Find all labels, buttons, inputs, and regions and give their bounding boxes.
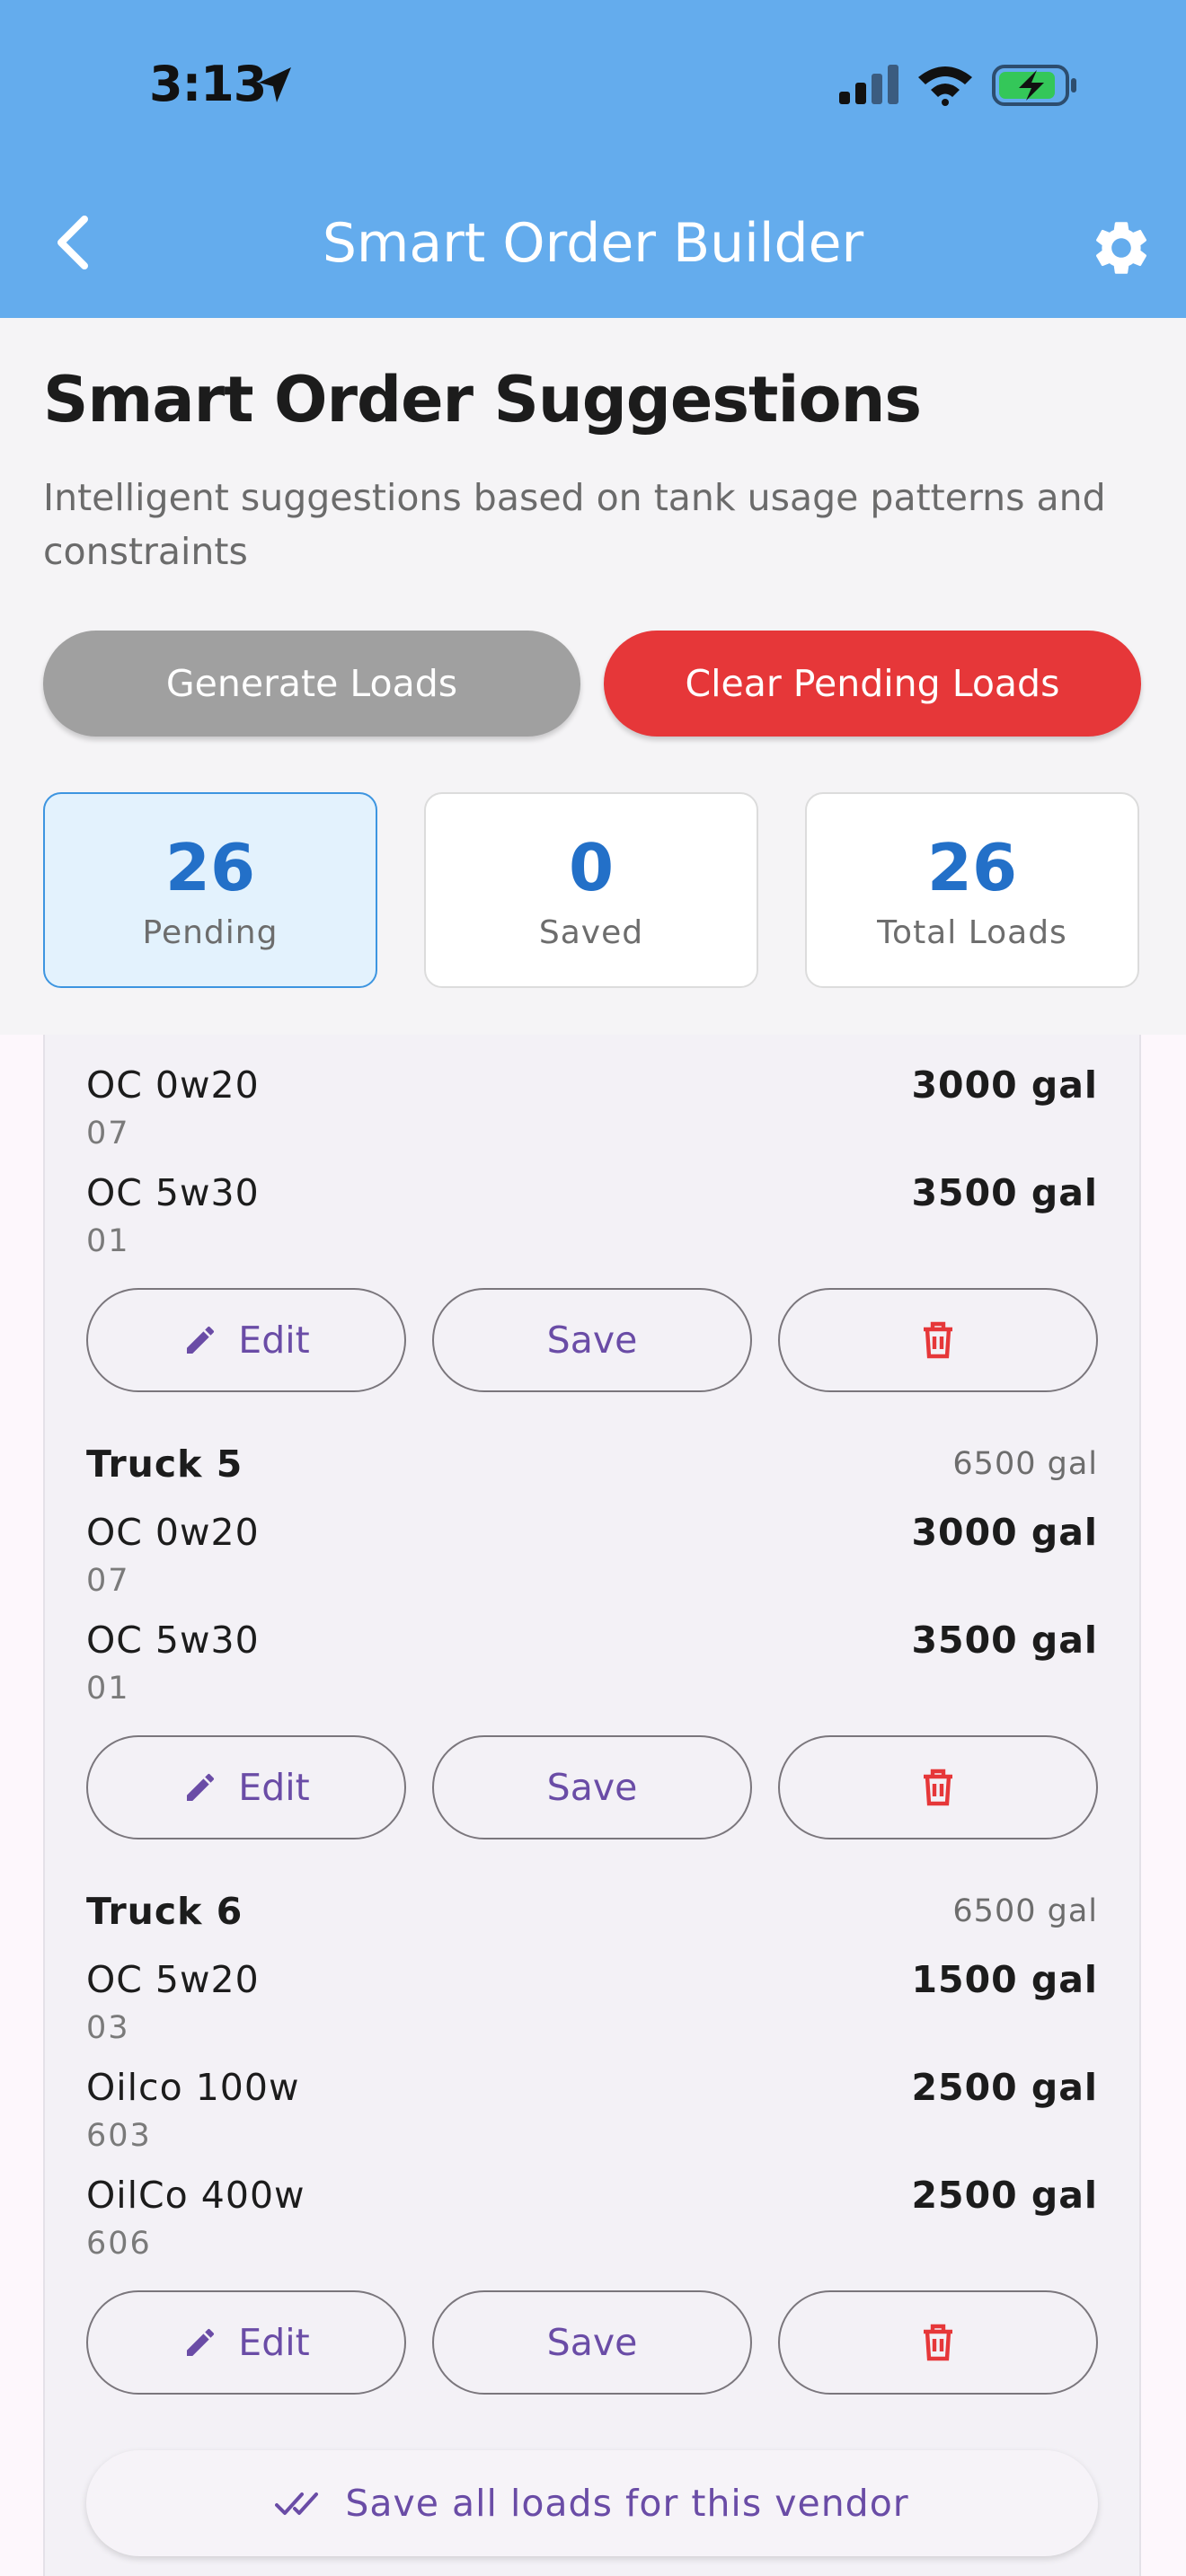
section-subtitle: Intelligent suggestions based on tank us…: [43, 476, 1106, 573]
truck-total: 6500 gal: [952, 1893, 1098, 1929]
load-item-name: Oilco 100w: [86, 2066, 300, 2109]
pencil-icon: [182, 1769, 218, 1805]
stat-value: 0: [568, 830, 615, 905]
load-item-name: OC 5w30: [86, 1619, 260, 1662]
delete-load-button[interactable]: [778, 1288, 1098, 1392]
load-item-code: 603: [86, 2118, 152, 2154]
load-item-code: 07: [86, 1116, 130, 1151]
stat-label: Total Loads: [877, 914, 1067, 951]
load-item-name: OC 5w30: [86, 1171, 260, 1214]
truck-name: Truck 6: [86, 1890, 243, 1933]
trash-icon: [920, 2323, 956, 2362]
load-item-name: OC 0w20: [86, 1063, 260, 1107]
page-title: Smart Order Builder: [322, 212, 864, 275]
load-item-quantity: 3000 gal: [911, 1511, 1098, 1554]
load-item-code: 606: [86, 2226, 152, 2262]
truck-total: 6500 gal: [952, 1446, 1098, 1482]
load-item-quantity: 2500 gal: [911, 2066, 1098, 2109]
suggestions-header: Smart Order Suggestions Intelligent sugg…: [0, 318, 1186, 1035]
settings-button[interactable]: [1089, 216, 1154, 280]
load-item-code: 03: [86, 2010, 130, 2046]
stat-value: 26: [926, 830, 1018, 905]
generate-loads-button[interactable]: Generate Loads: [43, 631, 580, 737]
stat-saved[interactable]: 0 Saved: [424, 792, 758, 988]
delete-load-button[interactable]: [778, 2290, 1098, 2395]
load-item-name: OilCo 400w: [86, 2174, 305, 2217]
delete-load-button[interactable]: [778, 1735, 1098, 1839]
save-all-loads-button[interactable]: Save all loads for this vendor: [86, 2450, 1098, 2556]
edit-load-button[interactable]: Edit: [86, 1288, 406, 1392]
pencil-icon: [182, 1322, 218, 1358]
load-item-quantity: 3500 gal: [911, 1619, 1098, 1662]
load-item-quantity: 3500 gal: [911, 1171, 1098, 1214]
app-bar: 3:13 Smart Order Builder: [0, 0, 1186, 318]
save-label: Save: [546, 2321, 638, 2364]
load-item-quantity: 2500 gal: [911, 2174, 1098, 2217]
cellular-signal-icon: [839, 65, 898, 104]
load-item-code: 01: [86, 1671, 130, 1707]
section-title: Smart Order Suggestions: [43, 363, 922, 437]
stat-pending[interactable]: 26 Pending: [43, 792, 377, 988]
save-load-button[interactable]: Save: [432, 1288, 752, 1392]
stat-total-loads[interactable]: 26 Total Loads: [805, 792, 1139, 988]
battery-charging-icon: [992, 65, 1076, 106]
save-all-label: Save all loads for this vendor: [345, 2482, 909, 2525]
stat-label: Saved: [538, 914, 644, 951]
save-label: Save: [546, 1766, 638, 1809]
wifi-icon: [918, 66, 972, 106]
edit-load-button[interactable]: Edit: [86, 2290, 406, 2395]
save-label: Save: [546, 1319, 638, 1362]
location-arrow-icon: [259, 67, 291, 102]
trash-icon: [920, 1768, 956, 1807]
status-time: 3:13: [149, 56, 267, 112]
edit-label: Edit: [238, 1319, 310, 1362]
load-item-code: 01: [86, 1223, 130, 1259]
load-item-name: OC 5w20: [86, 1958, 260, 2001]
clear-pending-loads-button[interactable]: Clear Pending Loads: [604, 631, 1141, 737]
load-item-quantity: 1500 gal: [911, 1958, 1098, 2001]
stat-label: Pending: [142, 914, 279, 951]
save-load-button[interactable]: Save: [432, 1735, 752, 1839]
truck-name: Truck 5: [86, 1442, 243, 1486]
pencil-icon: [182, 2325, 218, 2360]
edit-load-button[interactable]: Edit: [86, 1735, 406, 1839]
edit-label: Edit: [238, 2321, 310, 2364]
load-item-name: OC 0w20: [86, 1511, 260, 1554]
double-check-icon: [275, 2487, 325, 2519]
load-item-quantity: 3000 gal: [911, 1063, 1098, 1107]
gear-icon: [1095, 222, 1147, 274]
edit-label: Edit: [238, 1766, 310, 1809]
trash-icon: [920, 1320, 956, 1360]
load-item-code: 07: [86, 1563, 130, 1599]
save-load-button[interactable]: Save: [432, 2290, 752, 2395]
stat-value: 26: [164, 830, 256, 905]
